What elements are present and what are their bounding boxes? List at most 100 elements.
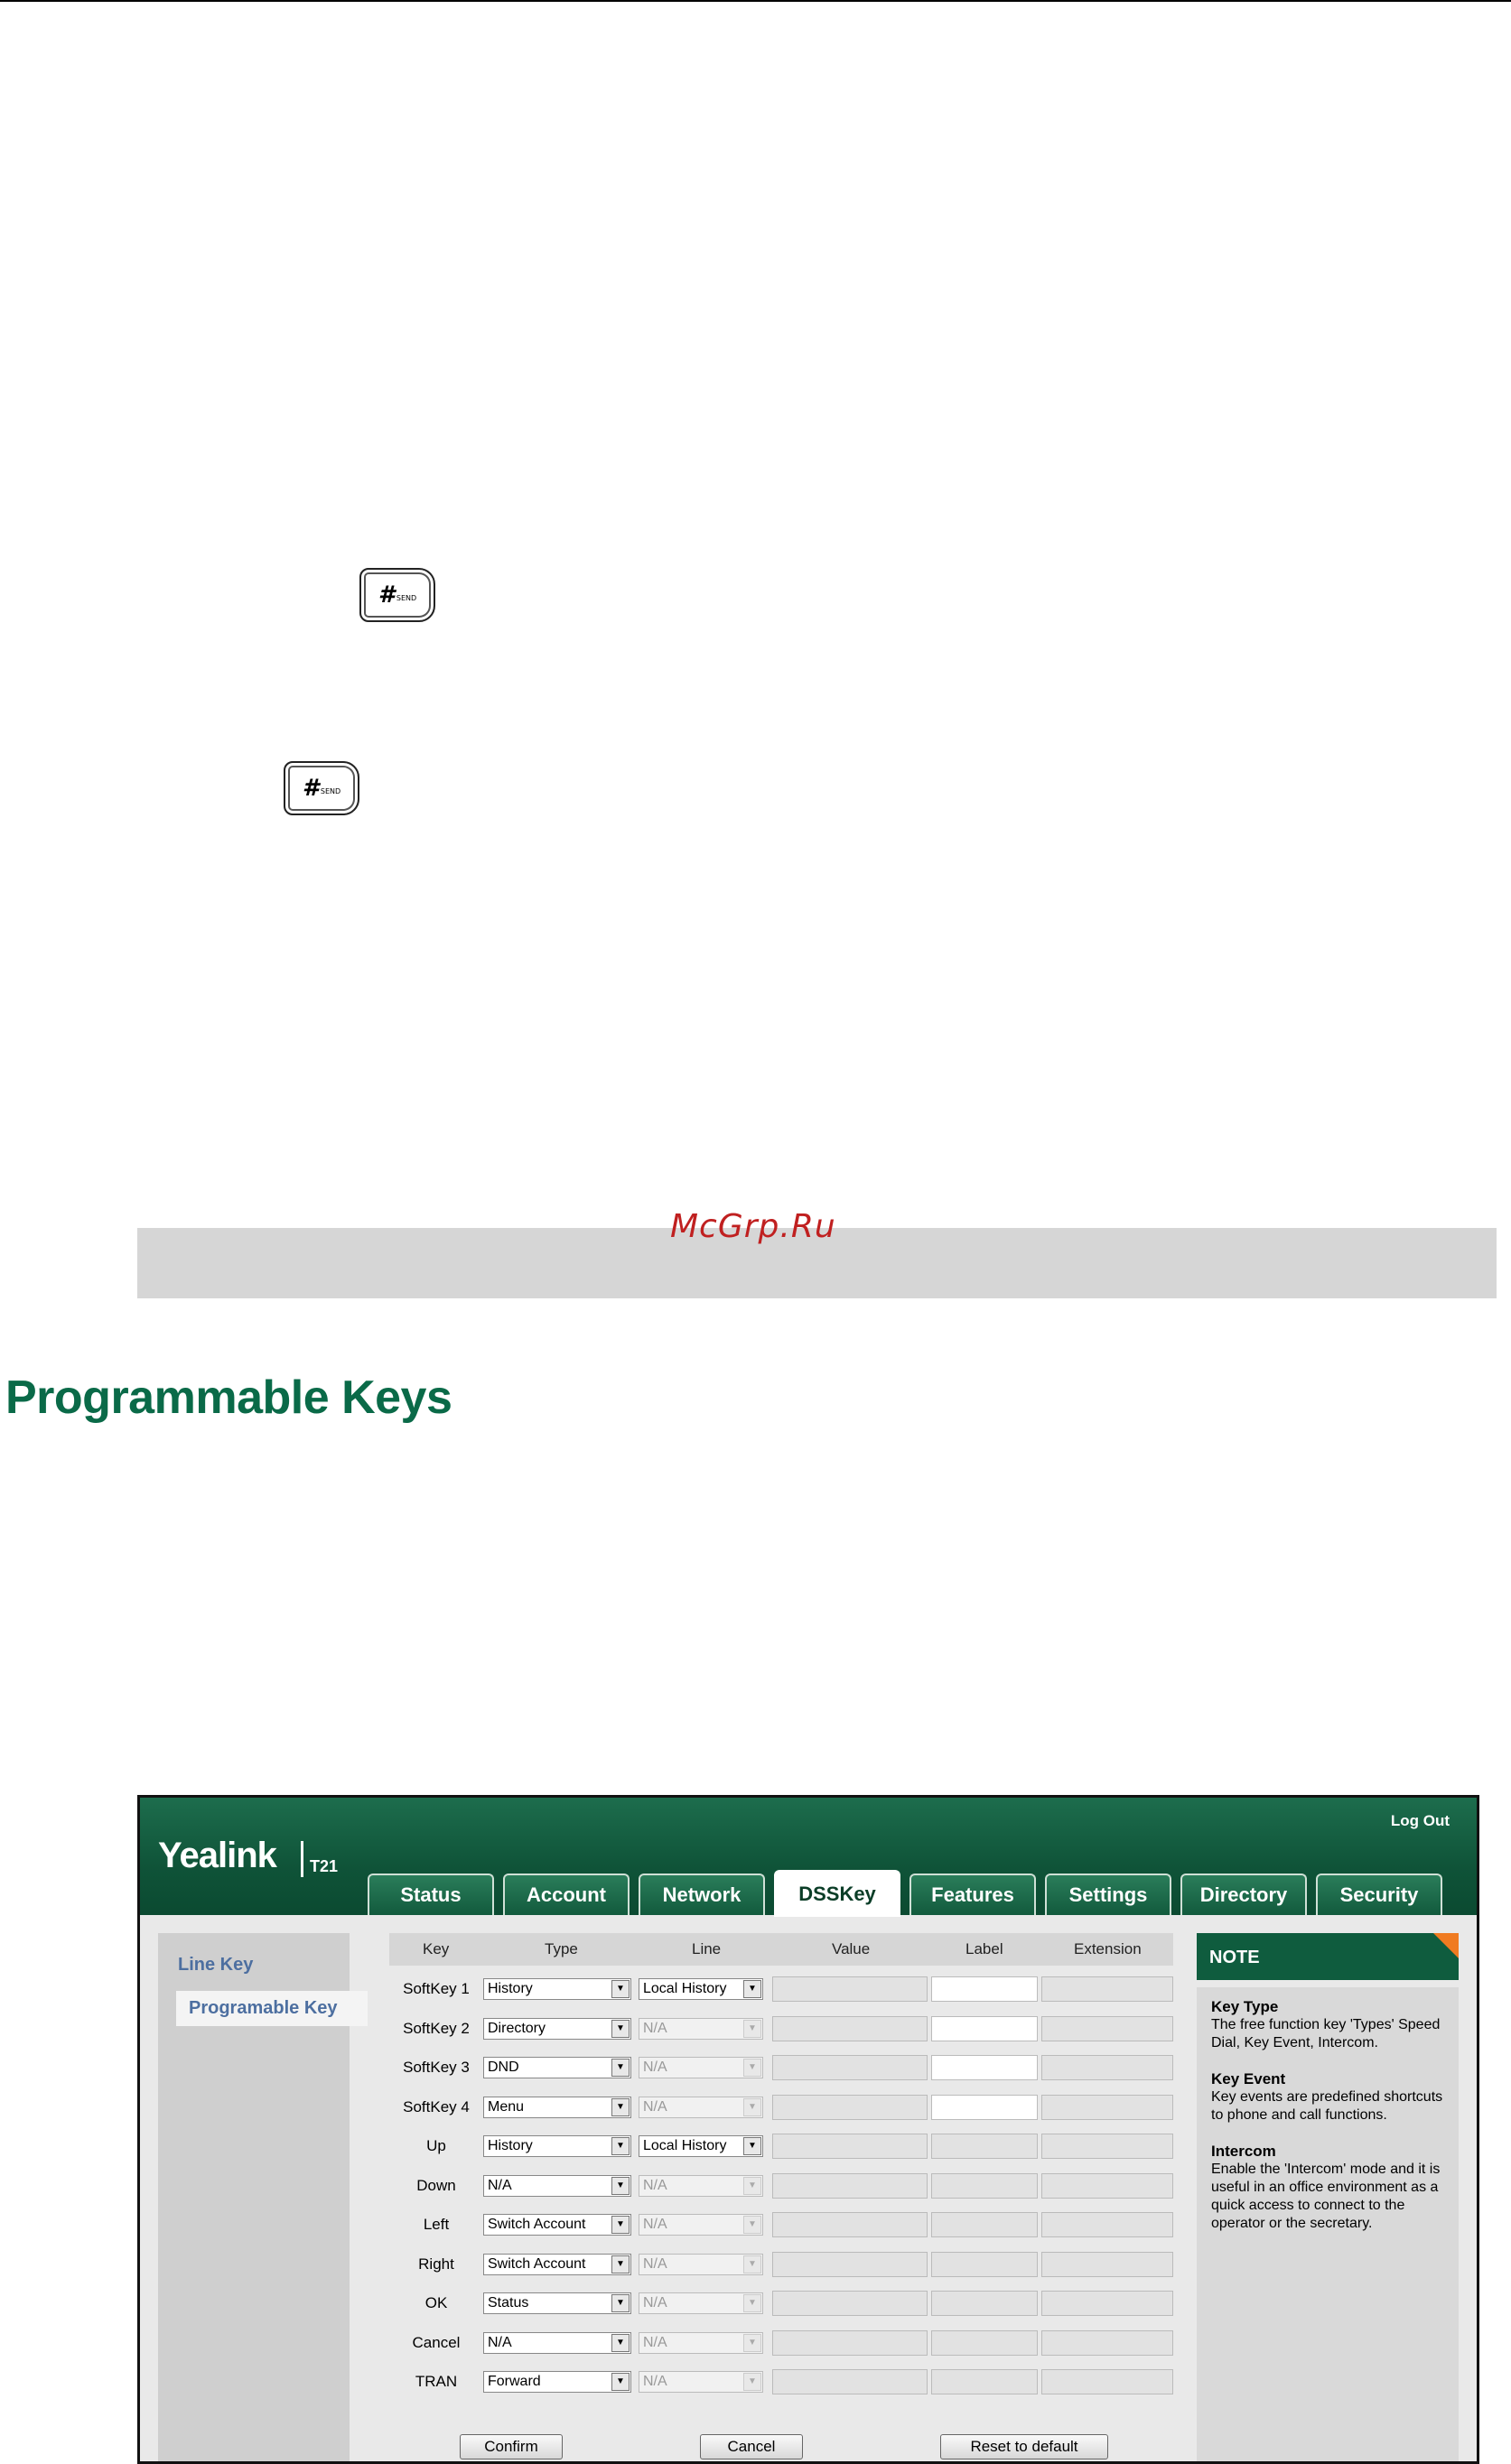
chevron-down-icon[interactable]: ▼ (743, 2059, 761, 2077)
chevron-down-icon[interactable]: ▼ (743, 2333, 761, 2352)
value-input[interactable] (772, 2251, 928, 2277)
type-select[interactable]: History ▼ (483, 1978, 631, 2000)
chevron-down-icon[interactable]: ▼ (611, 1980, 630, 1998)
sidebar: Line Key Programable Key (158, 1933, 368, 2461)
label-input[interactable] (931, 2055, 1038, 2080)
chevron-down-icon[interactable]: ▼ (743, 2294, 761, 2312)
value-input[interactable] (772, 2329, 928, 2356)
label-input[interactable] (931, 2212, 1038, 2237)
table-row: Down N/A ▼ N/A ▼ (389, 2168, 1173, 2202)
value-input[interactable] (772, 2291, 928, 2316)
type-select[interactable]: N/A ▼ (483, 2331, 631, 2354)
cancel-button[interactable]: Cancel (700, 2434, 803, 2459)
label-input[interactable] (931, 2291, 1038, 2316)
line-select[interactable]: N/A ▼ (639, 2057, 763, 2078)
chevron-down-icon[interactable]: ▼ (611, 2373, 630, 2391)
chevron-down-icon[interactable]: ▼ (611, 2294, 630, 2312)
extension-input[interactable] (1041, 2094, 1173, 2120)
type-select[interactable]: Switch Account ▼ (483, 2214, 631, 2236)
line-select[interactable]: N/A ▼ (639, 2371, 763, 2393)
chevron-down-icon[interactable]: ▼ (743, 2255, 761, 2273)
logout-link[interactable]: Log Out (1391, 1812, 1450, 1830)
tab-status[interactable]: Status (368, 1874, 494, 1915)
tab-directory[interactable]: Directory (1180, 1874, 1307, 1915)
line-select[interactable]: Local History ▼ (639, 1978, 763, 2000)
chevron-down-icon[interactable]: ▼ (611, 2255, 630, 2273)
type-value: Forward (488, 2374, 541, 2389)
line-select[interactable]: N/A ▼ (639, 2096, 763, 2118)
value-input[interactable] (772, 2015, 928, 2041)
type-select[interactable]: Forward ▼ (483, 2371, 631, 2393)
extension-input[interactable] (1041, 1976, 1173, 2002)
line-select[interactable]: N/A ▼ (639, 2174, 763, 2197)
sidebar-item-line-key[interactable]: Line Key (178, 1955, 253, 1976)
extension-input[interactable] (1041, 2172, 1173, 2199)
label-input[interactable] (931, 2172, 1038, 2199)
type-select[interactable]: Status ▼ (483, 2292, 631, 2314)
chevron-down-icon[interactable]: ▼ (611, 2333, 630, 2352)
chevron-down-icon[interactable]: ▼ (611, 2019, 630, 2038)
type-select[interactable]: N/A ▼ (483, 2174, 631, 2197)
label-input[interactable] (931, 2329, 1038, 2356)
label-input[interactable] (931, 2251, 1038, 2277)
tab-dsskey[interactable]: DSSKey (774, 1870, 900, 1917)
label-input[interactable] (931, 2015, 1038, 2041)
extension-input[interactable] (1041, 2055, 1173, 2080)
line-select[interactable]: N/A ▼ (639, 2214, 763, 2236)
chevron-down-icon[interactable]: ▼ (743, 2216, 761, 2234)
type-select[interactable]: History ▼ (483, 2135, 631, 2157)
line-select[interactable]: Local History ▼ (639, 2135, 763, 2157)
extension-input[interactable] (1041, 2369, 1173, 2394)
key-label: TRAN (415, 2373, 458, 2390)
line-select[interactable]: N/A ▼ (639, 2253, 763, 2275)
extension-input[interactable] (1041, 2251, 1173, 2277)
value-input[interactable] (772, 2369, 928, 2394)
chevron-down-icon[interactable]: ▼ (611, 2097, 630, 2116)
value-input[interactable] (772, 2212, 928, 2237)
chevron-down-icon[interactable]: ▼ (743, 2097, 761, 2116)
confirm-button[interactable]: Confirm (460, 2434, 563, 2459)
label-input[interactable] (931, 2094, 1038, 2120)
chevron-down-icon[interactable]: ▼ (743, 2019, 761, 2038)
tab-features[interactable]: Features (909, 1874, 1036, 1915)
label-input[interactable] (931, 2134, 1038, 2159)
extension-input[interactable] (1041, 2329, 1173, 2356)
value-input[interactable] (772, 2094, 928, 2120)
tab-network[interactable]: Network (639, 1874, 765, 1915)
chevron-down-icon[interactable]: ▼ (611, 2059, 630, 2077)
extension-input[interactable] (1041, 2134, 1173, 2159)
tab-settings[interactable]: Settings (1045, 1874, 1171, 1915)
chevron-down-icon[interactable]: ▼ (743, 2176, 761, 2195)
type-select[interactable]: Menu ▼ (483, 2096, 631, 2118)
line-select[interactable]: N/A ▼ (639, 2292, 763, 2314)
chevron-down-icon[interactable]: ▼ (611, 2176, 630, 2195)
value-input[interactable] (772, 2172, 928, 2199)
type-value: History (488, 1981, 533, 1996)
chevron-down-icon[interactable]: ▼ (743, 2137, 761, 2155)
table-row: Up History ▼ Local History ▼ (389, 2128, 1173, 2162)
value-input[interactable] (772, 2134, 928, 2159)
header-banner: Yealink T21 Log Out Status Account Netwo… (140, 1798, 1477, 1917)
sidebar-item-programable-key[interactable]: Programable Key (176, 1991, 368, 2026)
tab-account[interactable]: Account (503, 1874, 630, 1915)
value-input[interactable] (772, 2055, 928, 2080)
label-input[interactable] (931, 1976, 1038, 2002)
tab-security[interactable]: Security (1316, 1874, 1442, 1915)
extension-input[interactable] (1041, 2015, 1173, 2041)
type-select[interactable]: Switch Account ▼ (483, 2253, 631, 2275)
type-select[interactable]: Directory ▼ (483, 2017, 631, 2040)
label-input[interactable] (931, 2369, 1038, 2394)
extension-input[interactable] (1041, 2212, 1173, 2237)
reset-button[interactable]: Reset to default (940, 2434, 1108, 2459)
line-value: N/A (643, 2060, 667, 2075)
key-label: Up (426, 2137, 446, 2154)
line-select[interactable]: N/A ▼ (639, 2331, 763, 2354)
chevron-down-icon[interactable]: ▼ (743, 1980, 761, 1998)
chevron-down-icon[interactable]: ▼ (611, 2137, 630, 2155)
value-input[interactable] (772, 1976, 928, 2002)
type-select[interactable]: DND ▼ (483, 2057, 631, 2078)
chevron-down-icon[interactable]: ▼ (611, 2216, 630, 2234)
chevron-down-icon[interactable]: ▼ (743, 2373, 761, 2391)
line-select[interactable]: N/A ▼ (639, 2017, 763, 2040)
extension-input[interactable] (1041, 2291, 1173, 2316)
